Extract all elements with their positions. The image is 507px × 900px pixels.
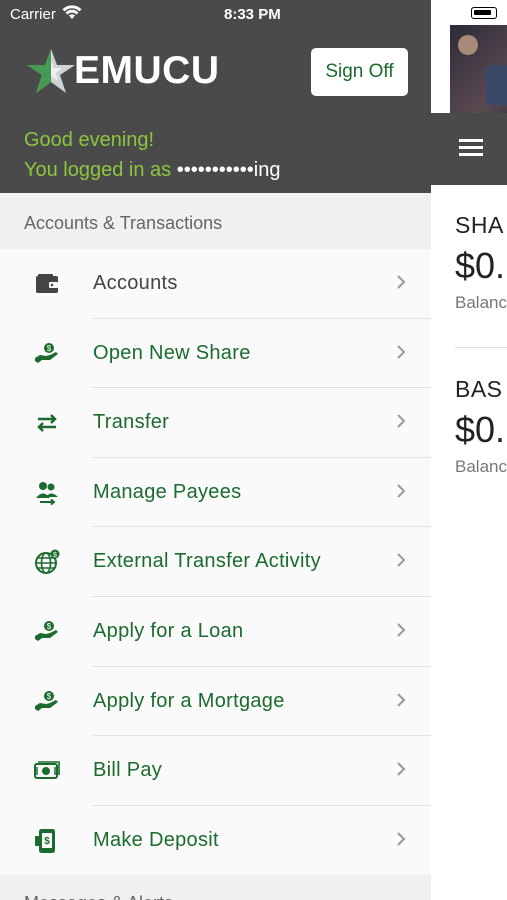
menu-item-label: Transfer [93,411,170,434]
chevron-right-icon [397,344,406,359]
chevron-right-icon [397,762,406,776]
globe-dollar-icon: $ [35,549,60,575]
menu-item-accounts[interactable]: Accounts [0,249,431,319]
status-time: 8:33 PM [224,6,281,23]
content-status-bar [431,0,507,24]
account-balance: $0. [455,409,506,450]
masked-username: •••••••••••ing [176,159,281,181]
hand-coin-icon: $ [35,342,58,363]
account-balance-label: Balanc [455,457,507,476]
wallet-icon [36,274,58,293]
menu-item-apply-for-loan[interactable]: $ Apply for a Loan [0,596,431,667]
svg-text:$: $ [44,836,50,847]
menu-item-label: Apply for a Loan [93,619,244,642]
hand-coin-icon: $ [35,690,58,711]
menu-item-label: Apply for a Mortgage [93,689,285,712]
chevron-right-icon [397,275,406,289]
transfer-arrows-icon [37,414,57,433]
drawer-header: Carrier 8:33 PM EMUCU Sign Off Good even… [0,0,431,193]
mobile-deposit-icon: $ [35,828,55,853]
svg-text:$: $ [47,344,52,353]
menu-item-bill-pay[interactable]: Bill Pay [0,736,431,806]
menu-item-label: Accounts [93,272,178,294]
menu-item-make-deposit[interactable]: $ Make Deposit [0,805,431,876]
greeting-text: Good evening! [24,129,155,151]
menu-item-manage-payees[interactable]: Manage Payees [0,457,431,528]
star-logo-icon [27,49,75,93]
menu-item-open-new-share[interactable]: $ Open New Share [0,318,431,389]
logo-wordmark: EMUCU [74,49,220,92]
promo-banner-image[interactable] [450,25,507,113]
section-header-accounts-transactions: Accounts & Transactions [0,193,431,249]
sign-off-button[interactable]: Sign Off [311,48,408,96]
svg-text:$: $ [47,692,52,701]
chevron-right-icon [397,623,406,637]
account-name: SHA [455,212,504,238]
greeting-block: Good evening! You logged in as •••••••••… [24,125,280,185]
menu-item-transfer[interactable]: Transfer [0,388,431,458]
account-balance: $0. [455,245,506,286]
section-header-messages-alerts: Messages & Alerts [0,875,431,900]
svg-text:$: $ [47,622,52,631]
menu-item-label: Manage Payees [93,480,242,503]
emucu-logo: EMUCU [24,46,220,96]
chevron-right-icon [397,414,406,428]
drawer-menu: Accounts $ Open New Share Transfer Manag… [0,249,431,876]
menu-item-label: Bill Pay [93,759,163,782]
chevron-right-icon [397,553,406,568]
status-bar: Carrier 8:33 PM [0,0,431,28]
chevron-right-icon [397,832,406,846]
chevron-right-icon [397,692,406,707]
svg-text:$: $ [53,552,57,559]
menu-item-apply-for-mortgage[interactable]: $ Apply for a Mortgage [0,666,431,737]
accounts-content-panel: SHA $0. Balanc BAS $0. Balanc [431,0,507,900]
menu-item-label: Make Deposit [93,828,219,851]
login-prefix: You logged in as [24,159,172,181]
account-name: BAS [455,376,503,402]
payees-icon [36,481,58,506]
app-screen: SHA $0. Balanc BAS $0. Balanc Carrier 8:… [0,0,507,900]
carrier-label: Carrier [10,6,56,23]
menu-item-label: Open New Share [93,341,251,364]
menu-item-label: External Transfer Activity [93,550,321,573]
account-card[interactable]: SHA $0. Balanc [455,212,507,313]
navigation-drawer: Carrier 8:33 PM EMUCU Sign Off Good even… [0,0,431,900]
login-info: You logged in as •••••••••••ing [24,155,280,185]
divider [455,347,507,348]
chevron-right-icon [397,484,406,498]
hand-coin-icon: $ [35,620,58,641]
menu-item-external-transfer-activity[interactable]: $ External Transfer Activity [0,527,431,597]
cash-bill-icon [34,761,60,780]
hamburger-menu-icon[interactable] [459,139,483,157]
battery-icon [471,7,497,19]
wifi-icon [62,5,82,19]
account-balance-label: Balanc [455,293,507,312]
content-header-bar [431,113,507,185]
account-card[interactable]: BAS $0. Balanc [455,376,507,477]
